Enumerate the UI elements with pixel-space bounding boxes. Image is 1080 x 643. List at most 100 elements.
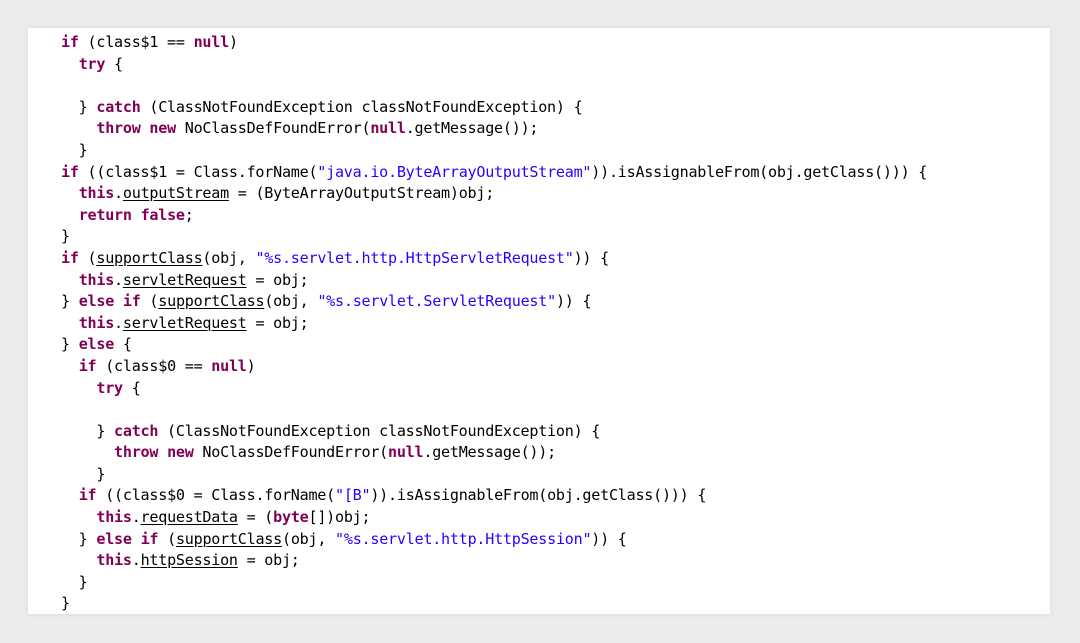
code-keyword: this [96, 508, 132, 527]
code-field-reference: supportClass [158, 292, 265, 311]
code-line: } [61, 140, 927, 162]
code-text: } [61, 572, 88, 591]
code-string: "%s.servlet.ServletRequest" [317, 292, 556, 311]
code-line: this.requestData = (byte[])obj; [61, 507, 927, 529]
code-keyword: else [96, 529, 132, 548]
code-text: )) { [555, 292, 592, 311]
code-keyword: this [96, 551, 132, 570]
code-line: this.httpSession = obj; [61, 550, 927, 572]
code-line: } [61, 464, 927, 486]
code-keyword: if [78, 356, 97, 375]
code-keyword: catch [96, 97, 141, 116]
code-text: . [114, 313, 123, 332]
code-text: .getMessage()); [405, 119, 539, 138]
code-field-reference: supportClass [96, 248, 203, 267]
code-keyword: null [370, 119, 406, 138]
code-line: this.outputStream = (ByteArrayOutputStre… [61, 183, 927, 205]
code-text: ) [246, 356, 256, 375]
code-text: )).isAssignableFrom(obj.getClass())) { [591, 162, 928, 181]
code-keyword: this [78, 313, 115, 332]
code-keyword: try [96, 378, 123, 397]
code-line: throw new NoClassDefFoundError(null.getM… [61, 442, 927, 464]
code-text: . [131, 508, 141, 527]
code-text: ( [158, 529, 176, 548]
code-text: .getMessage()); [423, 443, 556, 462]
code-text: (obj, [202, 248, 256, 267]
code-keyword: null [388, 443, 424, 462]
code-line: this.servletRequest = obj; [61, 313, 927, 335]
code-text: { [122, 378, 141, 397]
code-text: )) { [573, 248, 610, 267]
code-keyword: throw [114, 443, 159, 462]
code-block: if (class$1 == null) try { } catch (Clas… [61, 32, 927, 614]
code-keyword: else [78, 335, 115, 354]
code-text: NoClassDefFoundError( [193, 443, 388, 462]
code-string: "[B" [334, 486, 371, 505]
code-text: (obj, [281, 529, 336, 548]
code-text: = obj; [246, 270, 309, 289]
code-keyword: if [78, 486, 97, 505]
code-line: try { [61, 378, 927, 400]
code-line: this.servletRequest = obj; [61, 270, 927, 292]
code-line: if ((class$0 = Class.forName("[B")).isAs… [61, 485, 927, 507]
code-line: } else if (supportClass(obj, "%s.servlet… [61, 291, 927, 313]
code-field-reference: supportClass [175, 529, 282, 548]
code-text: )).isAssignableFrom(obj.getClass())) { [370, 486, 707, 505]
code-text: ; [184, 205, 194, 224]
code-line: if ((class$1 = Class.forName("java.io.By… [61, 162, 927, 184]
code-line: } else if (supportClass(obj, "%s.servlet… [61, 529, 927, 551]
code-text: = (ByteArrayOutputStream)obj; [228, 184, 495, 203]
code-text: (class$0 == [96, 356, 212, 375]
code-viewer-panel: if (class$1 == null) try { } catch (Clas… [28, 28, 1050, 614]
code-line: } else { [61, 334, 927, 356]
code-text: . [114, 184, 123, 203]
code-string: "%s.servlet.http.HttpServletRequest" [255, 248, 574, 267]
code-keyword: this [78, 270, 115, 289]
code-text: } [61, 594, 70, 613]
code-field-reference: httpSession [140, 551, 238, 570]
code-keyword: if [61, 162, 79, 181]
code-text: ( [78, 248, 97, 267]
code-text: NoClassDefFoundError( [175, 119, 371, 138]
code-text: . [131, 551, 141, 570]
code-text: (obj, [264, 292, 318, 311]
code-text: (ClassNotFoundException classNotFoundExc… [158, 421, 601, 440]
code-text: } [61, 335, 79, 354]
code-text: } [61, 140, 88, 159]
code-keyword: if [61, 33, 79, 51]
code-keyword: if [140, 529, 159, 548]
code-text: { [105, 54, 123, 73]
code-line: } [61, 593, 927, 614]
code-keyword: throw [96, 119, 141, 138]
code-line: } catch (ClassNotFoundException classNot… [61, 97, 927, 119]
code-line: if (class$0 == null) [61, 356, 927, 378]
code-keyword: return [78, 205, 132, 224]
code-text: } [61, 227, 70, 246]
code-text: } [61, 464, 106, 483]
code-keyword: if [122, 292, 141, 311]
code-line: try { [61, 54, 927, 76]
code-field-reference: outputStream [122, 184, 229, 203]
code-text: ( [140, 292, 159, 311]
code-text: = obj; [237, 551, 300, 570]
code-keyword: byte [273, 508, 309, 527]
code-text: = ( [237, 508, 274, 527]
code-text: (ClassNotFoundException classNotFoundExc… [140, 97, 583, 116]
code-text: ) [228, 33, 238, 51]
code-line: if (supportClass(obj, "%s.servlet.http.H… [61, 248, 927, 270]
code-text: } [61, 97, 97, 116]
code-text: { [114, 335, 132, 354]
code-line: return false; [61, 205, 927, 227]
